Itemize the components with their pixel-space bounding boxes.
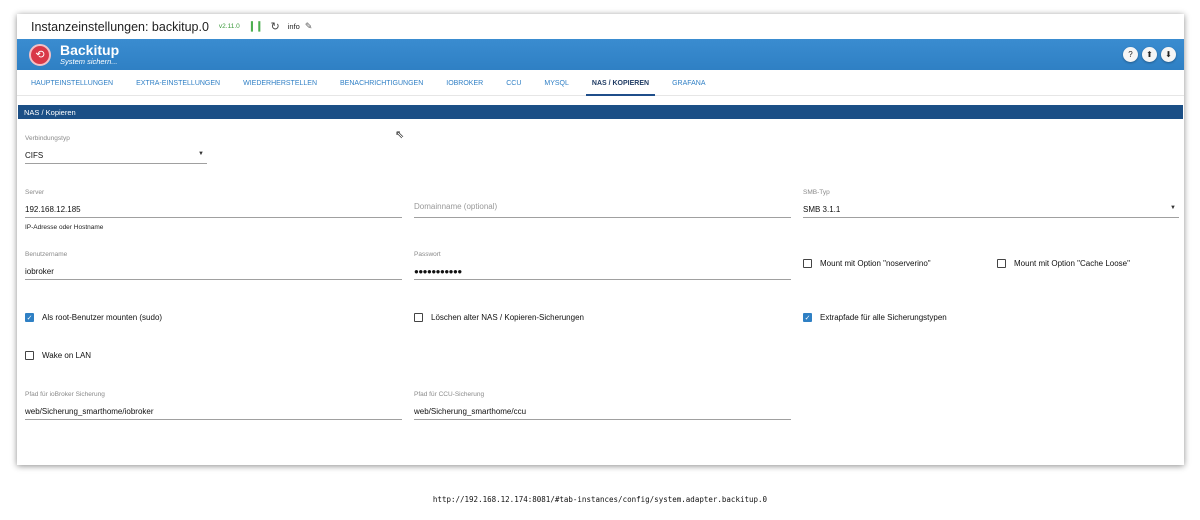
smb-type-label: SMB-Typ <box>803 189 830 196</box>
status-url: http://192.168.12.174:8081/#tab-instance… <box>432 495 768 504</box>
connection-type-value: CIFS <box>25 151 44 160</box>
version-badge: v2.11.0 <box>218 23 240 30</box>
connection-type-label: Verbindungstyp <box>25 135 70 142</box>
mouse-cursor-icon: ⇖ <box>395 129 405 141</box>
domain-field[interactable]: Domainname (optional) <box>414 189 791 221</box>
domain-placeholder: Domainname (optional) <box>414 202 498 211</box>
server-helper-text: IP-Adresse oder Hostname <box>25 224 104 231</box>
checkbox-extra-paths[interactable]: ✓ Extrapfade für alle Sicherungstypen <box>803 313 947 322</box>
connection-type-select[interactable]: Verbindungstyp CIFS ▼ <box>25 135 207 167</box>
server-label: Server <box>25 189 45 196</box>
checkbox-delete-old[interactable]: Löschen alter NAS / Kopieren-Sicherungen <box>414 313 584 322</box>
adapter-header: ⟲ Backitup System sichern... ? ⬆ ⬇ <box>17 39 1184 70</box>
checkbox-wake-on-lan[interactable]: Wake on LAN <box>25 351 91 360</box>
checkbox-wake-on-lan-label: Wake on LAN <box>42 351 92 360</box>
settings-tabs: HAUPTEINSTELLUNGEN EXTRA-EINSTELLUNGEN W… <box>17 71 1184 96</box>
password-value: ●●●●●●●●●●● <box>414 267 462 276</box>
checkbox-cache-loose[interactable]: Mount mit Option "Cache Loose" <box>997 259 1130 268</box>
tab-nas-kopieren[interactable]: NAS / KOPIEREN <box>585 71 656 96</box>
tab-ccu[interactable]: CCU <box>506 71 521 95</box>
adapter-subtitle: System sichern... <box>60 57 118 66</box>
tab-grafana[interactable]: GRAFANA <box>672 71 705 95</box>
smb-type-select[interactable]: SMB-Typ SMB 3.1.1 ▼ <box>803 189 1179 221</box>
dropdown-arrow-icon: ▼ <box>198 151 204 157</box>
checkbox-box[interactable] <box>25 351 34 360</box>
checkmark-icon[interactable]: ✓ <box>25 313 34 322</box>
tab-benachrichtigungen[interactable]: BENACHRICHTIGUNGEN <box>340 71 423 95</box>
checkbox-noserverino-label: Mount mit Option "noserverino" <box>820 259 931 268</box>
download-button[interactable]: ⬇ <box>1161 47 1176 62</box>
checkbox-cache-loose-label: Mount mit Option "Cache Loose" <box>1014 259 1130 268</box>
instance-settings-dialog: Instanzeinstellungen: backitup.0 v2.11.0… <box>17 14 1184 465</box>
server-field[interactable]: Server 192.168.12.185 IP-Adresse oder Ho… <box>25 189 402 234</box>
checkbox-extra-paths-label: Extrapfade für alle Sicherungstypen <box>820 313 947 322</box>
iobroker-path-label: Pfad für ioBroker Sicherung <box>25 391 105 398</box>
checkbox-noserverino[interactable]: Mount mit Option "noserverino" <box>803 259 931 268</box>
checkbox-sudo[interactable]: ✓ Als root-Benutzer mounten (sudo) <box>25 313 162 322</box>
password-field[interactable]: Passwort ●●●●●●●●●●● <box>414 251 791 283</box>
ccu-path-field[interactable]: Pfad für CCU-Sicherung web/Sicherung_sma… <box>414 391 791 423</box>
dialog-title: Instanzeinstellungen: backitup.0 <box>31 19 209 34</box>
username-label: Benutzername <box>25 251 68 258</box>
tab-haupteinstellungen[interactable]: HAUPTEINSTELLUNGEN <box>31 71 113 95</box>
password-label: Passwort <box>414 251 441 258</box>
help-button[interactable]: ? <box>1123 47 1138 62</box>
pause-icon[interactable]: ❙❙ <box>248 21 264 32</box>
checkmark-icon[interactable]: ✓ <box>803 313 812 322</box>
adapter-name: Backitup <box>60 42 120 58</box>
dialog-titlebar: Instanzeinstellungen: backitup.0 v2.11.0… <box>17 14 1184 39</box>
reload-icon[interactable]: ↻ <box>271 20 280 33</box>
username-field[interactable]: Benutzername iobroker <box>25 251 402 283</box>
backitup-logo-icon: ⟲ <box>29 43 51 66</box>
checkbox-box[interactable] <box>997 259 1006 268</box>
info-log-level[interactable]: info <box>288 22 300 31</box>
username-value: iobroker <box>25 267 54 276</box>
ccu-path-label: Pfad für CCU-Sicherung <box>414 391 485 398</box>
iobroker-path-value: web/Sicherung_smarthome/iobroker <box>25 407 154 416</box>
iobroker-path-field[interactable]: Pfad für ioBroker Sicherung web/Sicherun… <box>25 391 402 423</box>
tab-mysql[interactable]: MYSQL <box>544 71 569 95</box>
section-header: NAS / Kopieren <box>18 105 1183 119</box>
smb-type-value: SMB 3.1.1 <box>803 205 841 214</box>
checkbox-sudo-label: Als root-Benutzer mounten (sudo) <box>42 313 163 322</box>
tab-extra-einstellungen[interactable]: EXTRA-EINSTELLUNGEN <box>136 71 220 95</box>
checkbox-box[interactable] <box>803 259 812 268</box>
checkbox-box[interactable] <box>414 313 423 322</box>
checkbox-delete-old-label: Löschen alter NAS / Kopieren-Sicherungen <box>431 313 584 322</box>
tab-wiederherstellen[interactable]: WIEDERHERSTELLEN <box>243 71 317 95</box>
tab-iobroker[interactable]: IOBROKER <box>446 71 483 95</box>
ccu-path-value: web/Sicherung_smarthome/ccu <box>414 407 527 416</box>
server-value: 192.168.12.185 <box>25 205 81 214</box>
upload-button[interactable]: ⬆ <box>1142 47 1157 62</box>
dropdown-arrow-icon: ▼ <box>1170 205 1176 211</box>
pencil-icon[interactable]: ✎ <box>305 21 313 32</box>
